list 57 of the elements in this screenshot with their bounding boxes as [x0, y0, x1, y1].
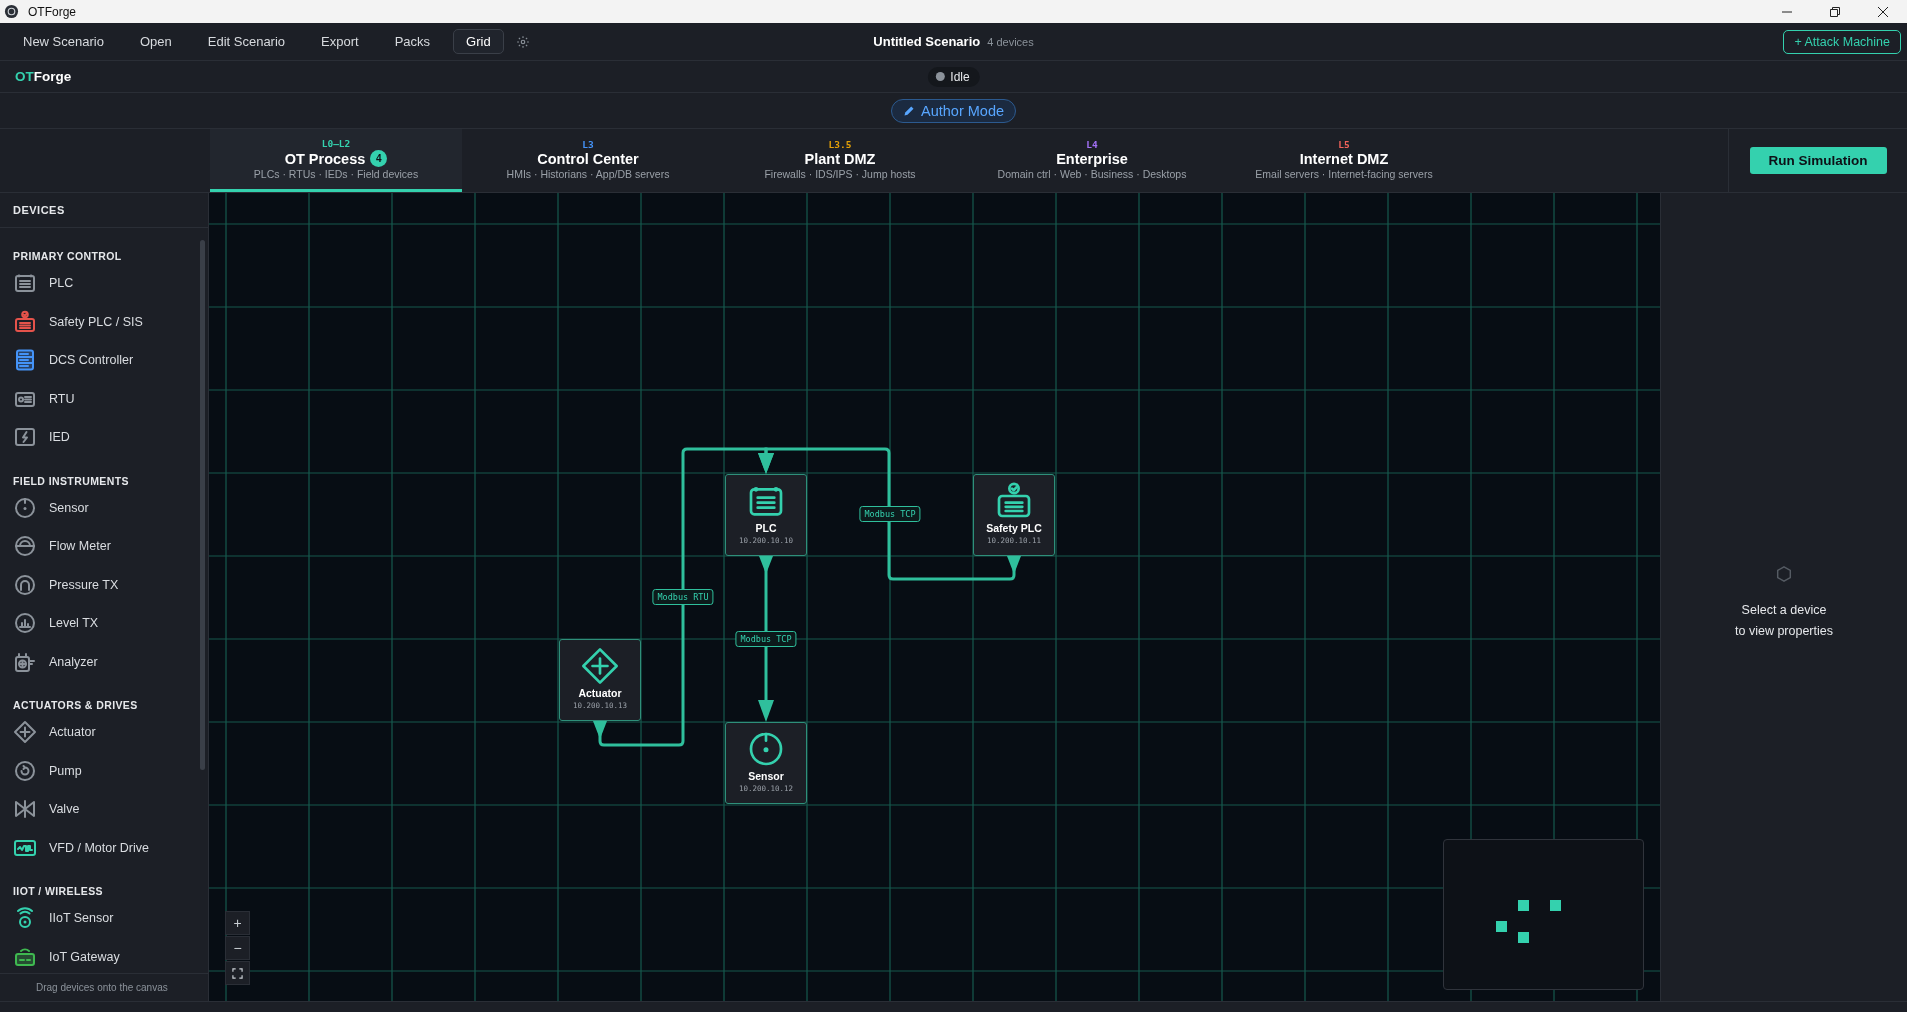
device-item[interactable]: Flow Meter: [49, 539, 111, 554]
device-item[interactable]: Sensor: [49, 500, 89, 515]
category-heading: IIOT / WIRELESS: [13, 884, 104, 899]
window-title: OTForge: [28, 4, 76, 19]
status-indicator: Idle: [927, 66, 980, 87]
device-count: 4 devices: [987, 36, 1034, 48]
device-item[interactable]: Pump: [49, 763, 82, 778]
device-item[interactable]: Analyzer: [49, 654, 98, 669]
close-icon[interactable]: [1878, 6, 1888, 17]
author-mode-button[interactable]: Author Mode: [891, 98, 1016, 123]
device-item[interactable]: Pressure TX: [49, 577, 119, 592]
menu-button[interactable]: Open: [126, 29, 185, 54]
restore-icon[interactable]: [1830, 6, 1840, 17]
app-icon: [4, 4, 19, 19]
category-heading: FIELD INSTRUMENTS: [13, 473, 130, 489]
layer-tab[interactable]: L0–L2 OT Process 4 PLCs · RTUs · IEDs · Field devices: [210, 129, 462, 192]
device-item[interactable]: PLC: [49, 276, 74, 291]
menu-button[interactable]: Packs: [381, 29, 444, 54]
scrollbar[interactable]: [200, 240, 205, 770]
attack-machine-button[interactable]: + Attack Machine: [1783, 29, 1901, 54]
device-item[interactable]: Safety PLC / SIS: [49, 314, 143, 329]
device-icon: [580, 646, 620, 686]
category-heading: ACTUATORS & DRIVES: [13, 698, 139, 713]
zoom-out-button[interactable]: −: [225, 936, 250, 960]
device-item[interactable]: RTU: [49, 391, 75, 406]
device-item[interactable]: Valve: [49, 802, 80, 817]
zoom-in-button[interactable]: +: [225, 911, 250, 935]
properties-hint: Select a device to view properties: [1735, 602, 1833, 640]
scenario-title: Untitled Scenario: [873, 34, 981, 49]
device-item[interactable]: Level TX: [49, 616, 99, 631]
device-item[interactable]: IIoT Sensor: [49, 911, 114, 926]
layer-tab[interactable]: L3.5 Plant DMZ Firewalls · IDS/IPS · Jump hosts: [714, 129, 966, 192]
device-item[interactable]: IoT Gateway: [49, 949, 120, 964]
device-item[interactable]: Actuator: [49, 725, 96, 740]
hexagon-icon: [1775, 565, 1793, 583]
category-heading: PRIMARY CONTROL: [13, 249, 123, 264]
layer-tab[interactable]: L4 Enterprise Domain ctrl · Web · Business · Desktops: [966, 129, 1218, 192]
pencil-icon: [903, 104, 915, 117]
app-logo: OTForge: [14, 69, 72, 84]
device-item[interactable]: IED: [49, 430, 70, 445]
expand-icon: [232, 967, 243, 979]
sidebar-title: DEVICES: [0, 193, 208, 228]
connection-label: Modbus TCP: [859, 506, 921, 522]
menu-button[interactable]: Edit Scenario: [194, 29, 299, 54]
connection-label: Modbus RTU: [652, 589, 714, 605]
run-simulation-button[interactable]: Run Simulation: [1749, 147, 1887, 174]
menu-button[interactable]: Grid: [453, 29, 504, 54]
fit-view-button[interactable]: [225, 961, 250, 985]
connection-label: Modbus TCP: [735, 631, 797, 647]
device-item[interactable]: VFD / Motor Drive: [49, 840, 149, 855]
sidebar-hint: Drag devices onto the canvas: [0, 973, 208, 1001]
settings-icon[interactable]: [515, 34, 530, 49]
layer-tab[interactable]: L3 Control Center HMIs · Historians · App/DB servers: [462, 129, 714, 192]
menu-button[interactable]: New Scenario: [10, 29, 117, 54]
menu-button[interactable]: Export: [308, 29, 372, 54]
device-item[interactable]: DCS Controller: [49, 353, 134, 368]
layer-tab[interactable]: L5 Internet DMZ Email servers · Internet-facing servers: [1218, 129, 1470, 192]
